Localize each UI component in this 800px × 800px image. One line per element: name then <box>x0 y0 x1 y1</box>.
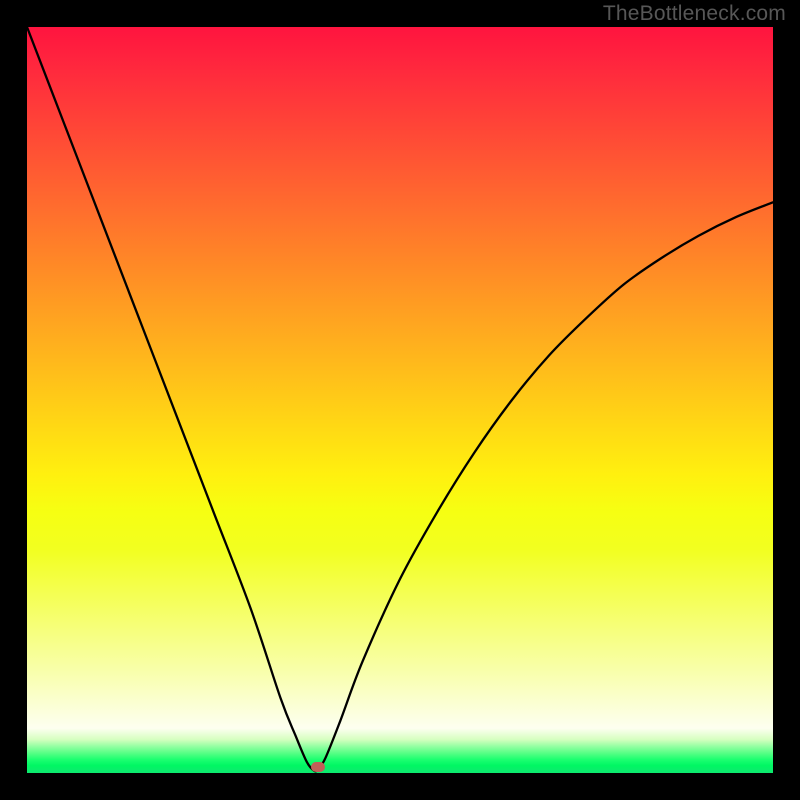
chart-container: TheBottleneck.com <box>0 0 800 800</box>
bottleneck-curve-path <box>27 27 773 771</box>
plot-area <box>27 27 773 773</box>
watermark-text: TheBottleneck.com <box>603 2 786 26</box>
optimum-marker <box>311 762 325 772</box>
curve-svg <box>27 27 773 773</box>
